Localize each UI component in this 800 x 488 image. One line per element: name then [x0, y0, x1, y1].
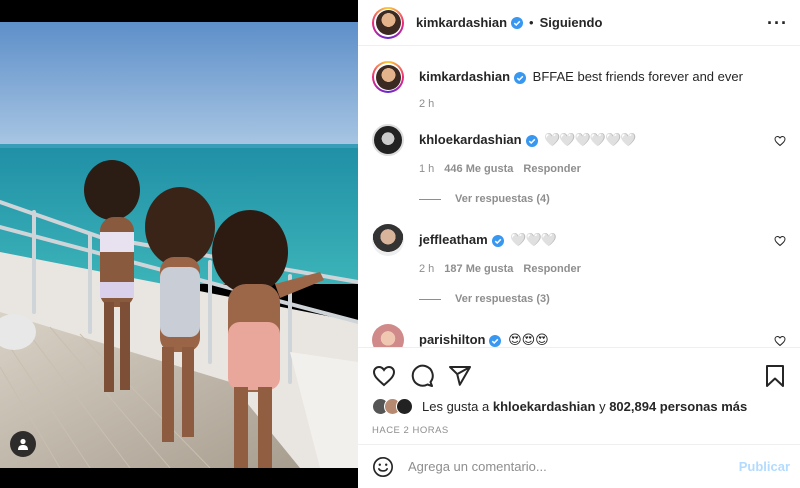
emoji-smiley-icon[interactable]: [372, 456, 394, 478]
post-photo-area: [0, 0, 358, 488]
commenter-username[interactable]: khloekardashian: [419, 132, 522, 147]
comment-like-heart-icon[interactable]: [774, 335, 786, 347]
verified-icon: [514, 71, 527, 84]
caption-username[interactable]: kimkardashian: [419, 69, 510, 84]
user-tag-icon: [18, 438, 28, 450]
caption: kimkardashian BFFAE best friends forever…: [372, 61, 786, 110]
like-heart-icon[interactable]: [372, 364, 396, 388]
commenter-avatar[interactable]: [372, 224, 404, 256]
add-comment-bar: Publicar: [358, 444, 800, 488]
share-paper-plane-icon[interactable]: [448, 364, 472, 388]
view-replies-label[interactable]: Ver respuestas (4): [455, 193, 550, 205]
comment-like-heart-icon[interactable]: [774, 135, 786, 150]
comment-time[interactable]: 1 h: [419, 163, 434, 175]
post-header: kimkardashian • Siguiendo ···: [358, 0, 800, 46]
follow-status-button[interactable]: Siguiendo: [540, 15, 603, 30]
likes-others-link[interactable]: 802,894 personas más: [609, 399, 747, 414]
comments-list[interactable]: kimkardashian BFFAE best friends forever…: [358, 46, 800, 347]
commenter-username[interactable]: parishilton: [419, 332, 485, 347]
commenter-username[interactable]: jeffleatham: [419, 232, 488, 247]
separator-dot: •: [529, 15, 534, 30]
view-replies-label[interactable]: Ver respuestas (3): [455, 293, 550, 305]
view-replies-button[interactable]: Ver respuestas (3): [419, 293, 786, 305]
save-bookmark-icon[interactable]: [764, 364, 786, 388]
likes-connector: y: [599, 398, 606, 414]
commenter-avatar[interactable]: [372, 124, 404, 156]
comment-text: 🤍🤍🤍🤍🤍🤍: [544, 132, 636, 147]
reply-button[interactable]: Responder: [523, 263, 580, 275]
publish-button[interactable]: Publicar: [739, 459, 790, 474]
likes-user-link[interactable]: khloekardashian: [493, 399, 596, 414]
comment-item: parishilton 😍😍😍: [372, 324, 786, 347]
post-image-illustration: [0, 22, 358, 468]
comment-input[interactable]: [408, 459, 739, 474]
comment-text: 😍😍😍: [508, 332, 549, 347]
replies-line: [419, 298, 441, 300]
author-avatar[interactable]: [372, 6, 404, 39]
replies-line: [419, 198, 441, 200]
reply-button[interactable]: Responder: [523, 163, 580, 175]
more-icon[interactable]: ···: [767, 14, 788, 32]
liker-avatars[interactable]: [372, 397, 413, 415]
comment-likes[interactable]: 187 Me gusta: [444, 263, 513, 275]
verified-icon: [491, 234, 504, 247]
caption-author-avatar[interactable]: [372, 61, 404, 93]
view-replies-button[interactable]: Ver respuestas (4): [419, 193, 786, 205]
post-actions-section: Les gusta a khloekardashian y 802,894 pe…: [358, 347, 800, 488]
action-icons-bar: [358, 348, 800, 394]
verified-icon: [511, 16, 524, 29]
comment-item: jeffleatham 🤍🤍🤍 2 h 187 Me gusta Responder: [372, 224, 786, 275]
author-username[interactable]: kimkardashian: [416, 15, 507, 30]
verified-icon: [489, 334, 502, 347]
caption-time[interactable]: 2 h: [419, 98, 434, 110]
comment-time[interactable]: 2 h: [419, 263, 434, 275]
commenter-avatar[interactable]: [372, 324, 404, 347]
likes-prefix: Les gusta a: [422, 398, 490, 414]
verified-icon: [525, 134, 538, 147]
comment-like-heart-icon[interactable]: [774, 235, 786, 250]
comment-text: 🤍🤍🤍: [510, 232, 557, 247]
post-timestamp[interactable]: HACE 2 HORAS: [358, 425, 800, 436]
caption-text: BFFAE best friends forever and ever: [532, 69, 743, 84]
comment-bubble-icon[interactable]: [410, 364, 434, 388]
tagged-user-button[interactable]: [10, 431, 36, 457]
likes-summary: Les gusta a khloekardashian y 802,894 pe…: [358, 396, 800, 416]
likes-text: Les gusta a khloekardashian y 802,894 pe…: [422, 399, 747, 414]
post-image[interactable]: [0, 22, 358, 468]
comment-likes[interactable]: 446 Me gusta: [444, 163, 513, 175]
post-details-panel: kimkardashian • Siguiendo ··· kimkardash…: [358, 0, 800, 488]
comment-item: khloekardashian 🤍🤍🤍🤍🤍🤍 1 h 446 Me gusta Re…: [372, 124, 786, 175]
